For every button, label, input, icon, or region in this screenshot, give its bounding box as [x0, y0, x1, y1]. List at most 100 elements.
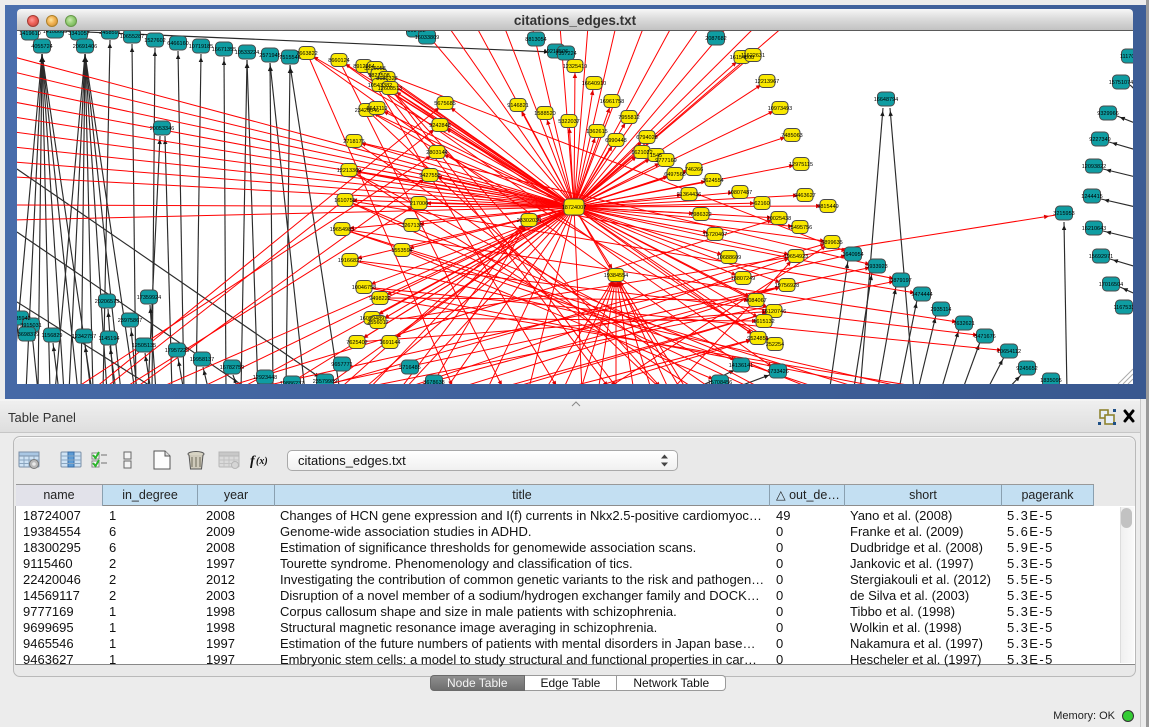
svg-text:9084067: 9084067 — [745, 298, 766, 304]
svg-text:21364436: 21364436 — [677, 192, 701, 198]
svg-text:10807487: 10807487 — [728, 190, 752, 196]
svg-text:3267130: 3267130 — [401, 223, 422, 229]
svg-text:5716485: 5716485 — [399, 365, 420, 371]
svg-text:252254: 252254 — [766, 342, 784, 348]
svg-text:10973493: 10973493 — [768, 106, 792, 112]
svg-text:1244415: 1244415 — [1081, 194, 1102, 200]
svg-text:9474444: 9474444 — [911, 292, 932, 298]
svg-text:19384554: 19384554 — [604, 273, 628, 279]
svg-text:6990448: 6990448 — [605, 138, 626, 144]
svg-text:19958137: 19958137 — [190, 357, 214, 363]
svg-text:6466160: 6466160 — [167, 41, 188, 47]
svg-text:12608513: 12608513 — [378, 86, 402, 92]
svg-text:19756928: 19756928 — [775, 283, 799, 289]
svg-text:9242848: 9242848 — [429, 123, 450, 129]
svg-text:1610755: 1610755 — [334, 198, 355, 204]
svg-text:10654112: 10654112 — [997, 349, 1021, 355]
svg-text:15751074: 15751074 — [1109, 80, 1133, 86]
svg-text:8813054: 8813054 — [525, 37, 546, 43]
svg-text:15720407: 15720407 — [703, 232, 727, 238]
svg-text:9815449: 9815449 — [817, 204, 838, 210]
svg-text:2803144: 2803144 — [426, 150, 447, 156]
svg-text:3624554: 3624554 — [702, 178, 723, 184]
svg-text:14136141: 14136141 — [729, 363, 753, 369]
svg-text:23975867: 23975867 — [118, 318, 142, 324]
svg-text:12213967: 12213967 — [755, 79, 779, 85]
svg-text:7357224: 7357224 — [555, 51, 576, 57]
svg-text:3678638: 3678638 — [423, 380, 444, 384]
svg-text:18724007: 18724007 — [562, 205, 586, 211]
svg-text:20691406: 20691406 — [73, 44, 97, 50]
svg-text:9146821: 9146821 — [507, 103, 528, 109]
svg-text:1156829: 1156829 — [41, 333, 62, 339]
svg-text:17016504: 17016504 — [1099, 282, 1123, 288]
svg-text:13698379: 13698379 — [17, 332, 39, 338]
svg-text:12505135: 12505135 — [132, 343, 156, 349]
svg-text:11622631: 11622631 — [741, 53, 765, 59]
svg-text:16640910: 16640910 — [582, 81, 606, 87]
svg-text:19166827: 19166827 — [338, 258, 362, 264]
svg-text:17359924: 17359924 — [137, 295, 161, 301]
svg-text:15708456: 15708456 — [708, 380, 732, 384]
svg-text:10655287: 10655287 — [120, 34, 144, 40]
svg-text:1640954: 1640954 — [842, 252, 863, 258]
svg-text:7986322: 7986322 — [690, 212, 711, 218]
svg-text:746266: 746266 — [685, 167, 703, 173]
svg-text:7632621: 7632621 — [953, 321, 974, 327]
svg-text:1117011: 1117011 — [1120, 54, 1133, 60]
svg-text:19654923: 19654923 — [784, 254, 808, 260]
svg-text:7485063: 7485063 — [781, 133, 802, 139]
svg-text:9245652: 9245652 — [1016, 366, 1037, 372]
svg-text:10533224: 10533224 — [235, 50, 259, 56]
svg-text:3341057: 3341057 — [68, 31, 89, 37]
svg-text:19654983: 19654983 — [330, 227, 354, 233]
svg-text:2458591: 2458591 — [99, 31, 120, 36]
svg-text:15692971: 15692971 — [1089, 254, 1113, 260]
svg-text:1167533: 1167533 — [1113, 305, 1133, 311]
svg-text:2935114: 2935114 — [930, 307, 951, 313]
svg-text:4055724: 4055724 — [31, 44, 52, 50]
svg-text:16120746: 16120746 — [762, 309, 786, 315]
svg-text:7663822: 7663822 — [296, 51, 317, 57]
svg-text:12213369: 12213369 — [337, 168, 361, 174]
svg-text:5675685: 5675685 — [434, 101, 455, 107]
svg-text:9427552: 9427552 — [419, 173, 440, 179]
svg-text:4335942: 4335942 — [17, 316, 31, 322]
svg-text:5322037: 5322037 — [558, 119, 579, 125]
svg-text:3215953: 3215953 — [1053, 211, 1074, 217]
svg-text:12325419: 12325419 — [563, 64, 587, 70]
svg-text:7625402: 7625402 — [346, 340, 367, 346]
svg-text:12975115: 12975115 — [789, 162, 813, 168]
svg-text:20053346: 20053346 — [150, 126, 174, 132]
svg-text:6794028: 6794028 — [636, 135, 657, 141]
svg-text:1691144: 1691144 — [379, 340, 400, 346]
svg-text:16782759: 16782759 — [220, 365, 244, 371]
svg-text:1419610: 1419610 — [19, 31, 40, 37]
svg-text:23302035: 23302035 — [517, 218, 541, 224]
svg-text:12923448: 12923448 — [253, 375, 277, 381]
svg-text:(x): (x) — [256, 456, 268, 467]
svg-text:14108603: 14108603 — [43, 31, 67, 35]
svg-text:16210643: 16210643 — [1082, 226, 1106, 232]
svg-text:6497568: 6497568 — [664, 172, 685, 178]
svg-text:2571945: 2571945 — [259, 53, 280, 59]
svg-text:217006: 217006 — [410, 201, 428, 207]
svg-text:9777169: 9777169 — [655, 158, 676, 164]
svg-text:1145194: 1145194 — [98, 336, 119, 342]
svg-text:18807249: 18807249 — [731, 276, 755, 282]
svg-text:3226058: 3226058 — [364, 66, 385, 72]
svg-text:10688609: 10688609 — [717, 255, 741, 261]
svg-text:8660124: 8660124 — [328, 58, 349, 64]
svg-text:9657771: 9657771 — [331, 362, 352, 368]
svg-text:2718176: 2718176 — [343, 139, 364, 145]
svg-text:19886237: 19886237 — [280, 381, 304, 384]
svg-text:1615132: 1615132 — [753, 319, 774, 325]
svg-text:9329966: 9329966 — [1097, 111, 1118, 117]
svg-text:16961758: 16961758 — [600, 99, 624, 105]
svg-text:5933923: 5933923 — [866, 264, 887, 270]
svg-text:1553594: 1553594 — [391, 248, 412, 254]
svg-text:17957225: 17957225 — [165, 348, 189, 354]
svg-text:15495756: 15495756 — [788, 225, 812, 231]
svg-text:62160: 62160 — [754, 201, 769, 207]
svg-text:8471676: 8471676 — [974, 334, 995, 340]
